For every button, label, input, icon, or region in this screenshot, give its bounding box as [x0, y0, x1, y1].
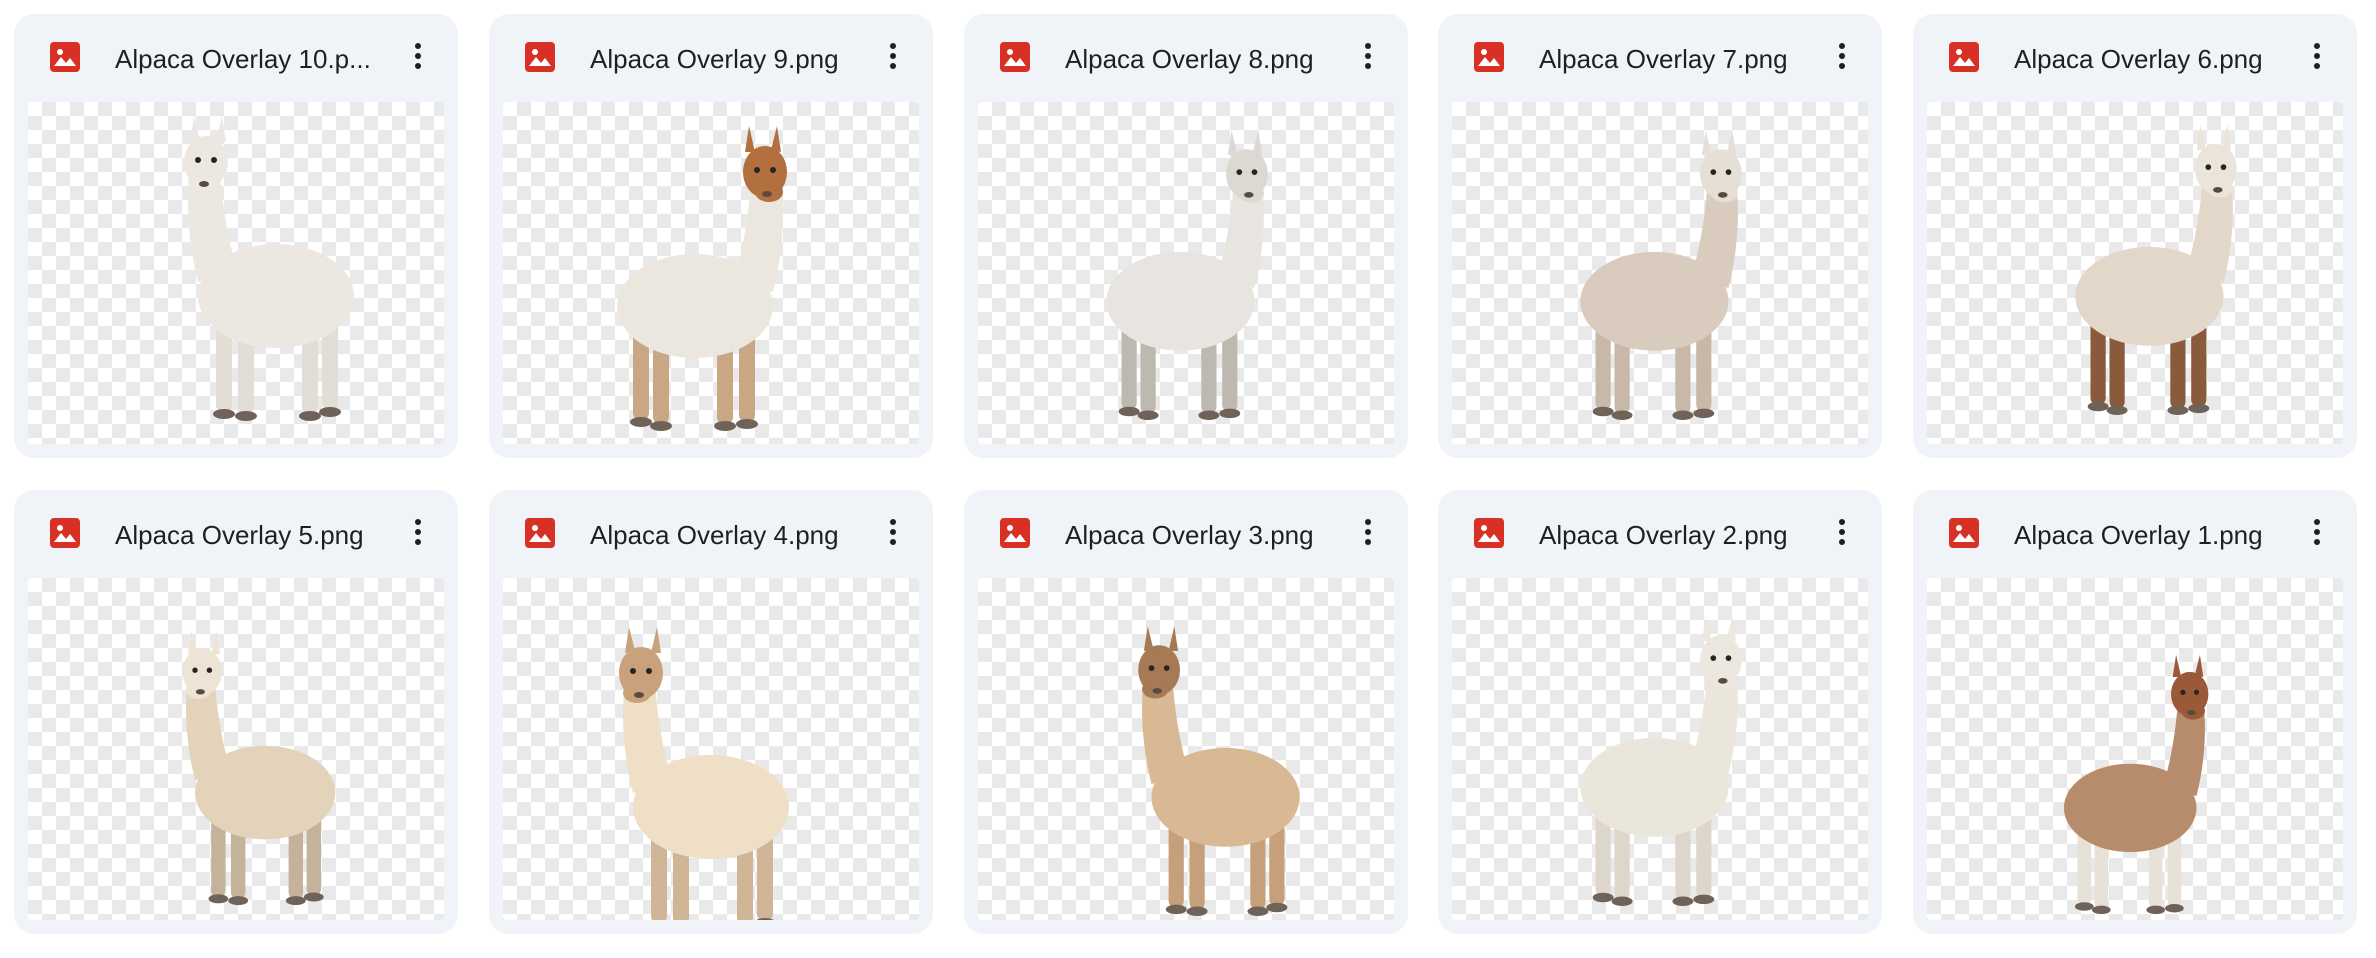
more-vert-icon [2313, 518, 2321, 551]
file-thumbnail[interactable] [28, 578, 444, 920]
file-thumbnail[interactable] [978, 578, 1394, 920]
file-thumbnail[interactable] [1927, 578, 2343, 920]
more-options-button[interactable] [1820, 512, 1864, 556]
image-file-icon [1000, 42, 1030, 72]
file-card[interactable]: Alpaca Overlay 2.png [1438, 490, 1882, 934]
more-vert-icon [414, 518, 422, 551]
alpaca-image [1580, 130, 1742, 421]
file-thumbnail[interactable] [503, 578, 919, 920]
file-name: Alpaca Overlay 6.png [2014, 44, 2263, 74]
file-thumbnail[interactable] [28, 102, 444, 444]
file-thumbnail[interactable] [1452, 102, 1868, 444]
file-card[interactable]: Alpaca Overlay 4.png [489, 490, 933, 934]
file-card[interactable]: Alpaca Overlay 7.png [1438, 14, 1882, 458]
file-name: Alpaca Overlay 5.png [115, 520, 364, 550]
card-header: Alpaca Overlay 7.png [1438, 14, 1882, 102]
file-card[interactable]: Alpaca Overlay 5.png [14, 490, 458, 934]
more-options-button[interactable] [1820, 36, 1864, 80]
more-options-button[interactable] [871, 36, 915, 80]
card-header: Alpaca Overlay 6.png [1913, 14, 2357, 102]
file-card[interactable]: Alpaca Overlay 9.png [489, 14, 933, 458]
alpaca-image [1580, 616, 1742, 907]
image-file-icon [525, 518, 555, 548]
image-file-icon [1000, 518, 1030, 548]
file-grid: Alpaca Overlay 10.p... Alpaca Overlay 9.… [0, 0, 2376, 958]
alpaca-image [617, 126, 787, 431]
alpaca-image [182, 630, 336, 906]
alpaca-image [2075, 125, 2237, 416]
more-vert-icon [889, 42, 897, 75]
image-file-icon [1474, 42, 1504, 72]
alpaca-image [619, 627, 789, 920]
card-header: Alpaca Overlay 4.png [489, 490, 933, 578]
image-file-icon [50, 42, 80, 72]
file-card[interactable]: Alpaca Overlay 6.png [1913, 14, 2357, 458]
more-vert-icon [1364, 42, 1372, 75]
file-card[interactable]: Alpaca Overlay 8.png [964, 14, 1408, 458]
card-header: Alpaca Overlay 10.p... [14, 14, 458, 102]
more-vert-icon [1838, 518, 1846, 551]
more-options-button[interactable] [2295, 36, 2339, 80]
file-name: Alpaca Overlay 3.png [1065, 520, 1314, 550]
card-header: Alpaca Overlay 3.png [964, 490, 1408, 578]
image-file-icon [1474, 518, 1504, 548]
file-name: Alpaca Overlay 7.png [1539, 44, 1788, 74]
alpaca-image [1106, 130, 1268, 421]
image-file-icon [1949, 42, 1979, 72]
more-options-button[interactable] [396, 512, 440, 556]
more-vert-icon [414, 42, 422, 75]
file-card[interactable]: Alpaca Overlay 10.p... [14, 14, 458, 458]
file-name: Alpaca Overlay 10.p... [115, 44, 371, 74]
card-header: Alpaca Overlay 5.png [14, 490, 458, 578]
more-options-button[interactable] [2295, 512, 2339, 556]
card-header: Alpaca Overlay 8.png [964, 14, 1408, 102]
more-options-button[interactable] [396, 36, 440, 80]
alpaca-image [1138, 626, 1300, 917]
card-header: Alpaca Overlay 1.png [1913, 490, 2357, 578]
more-vert-icon [1838, 42, 1846, 75]
file-thumbnail[interactable] [503, 102, 919, 444]
alpaca-image [184, 116, 354, 421]
card-header: Alpaca Overlay 9.png [489, 14, 933, 102]
image-file-icon [50, 518, 80, 548]
file-thumbnail[interactable] [1452, 578, 1868, 920]
more-vert-icon [889, 518, 897, 551]
file-name: Alpaca Overlay 2.png [1539, 520, 1788, 550]
more-vert-icon [1364, 518, 1372, 551]
more-vert-icon [2313, 42, 2321, 75]
image-file-icon [525, 42, 555, 72]
file-name: Alpaca Overlay 9.png [590, 44, 839, 74]
more-options-button[interactable] [1346, 512, 1390, 556]
file-card[interactable]: Alpaca Overlay 1.png [1913, 490, 2357, 934]
file-name: Alpaca Overlay 4.png [590, 520, 839, 550]
image-file-icon [1949, 518, 1979, 548]
alpaca-image [2063, 654, 2209, 915]
file-card[interactable]: Alpaca Overlay 3.png [964, 490, 1408, 934]
card-header: Alpaca Overlay 2.png [1438, 490, 1882, 578]
more-options-button[interactable] [871, 512, 915, 556]
file-thumbnail[interactable] [978, 102, 1394, 444]
file-name: Alpaca Overlay 8.png [1065, 44, 1314, 74]
more-options-button[interactable] [1346, 36, 1390, 80]
file-name: Alpaca Overlay 1.png [2014, 520, 2263, 550]
file-thumbnail[interactable] [1927, 102, 2343, 444]
